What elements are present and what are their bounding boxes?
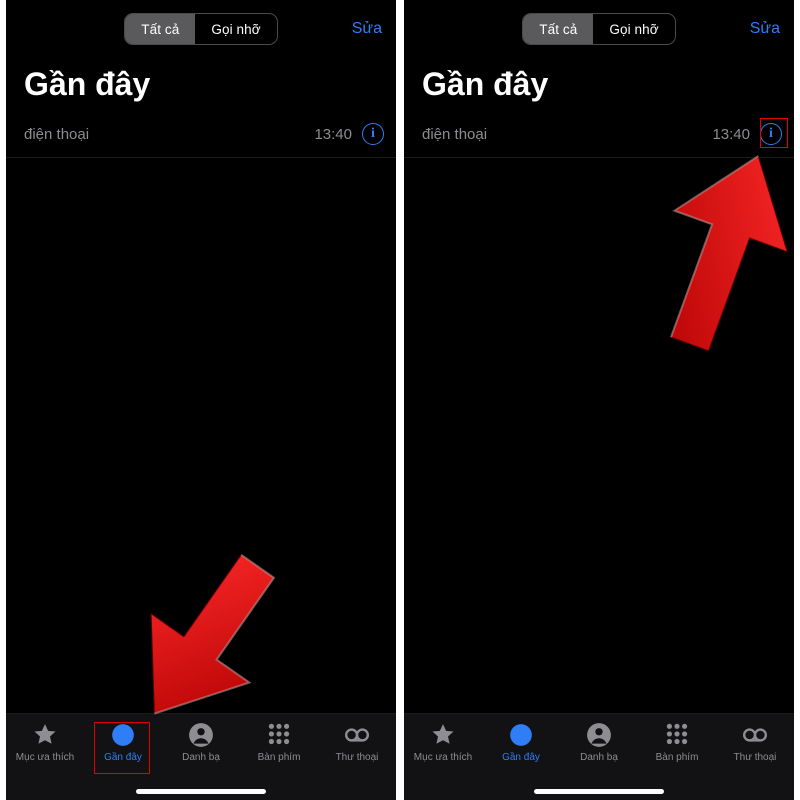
tab-label: Danh bạ	[580, 752, 618, 763]
tab-voicemail[interactable]: Thư thoại	[321, 722, 393, 763]
tab-bar: Mục ưa thích Gần đây Danh bạ	[404, 713, 794, 800]
tab-contacts[interactable]: Danh bạ	[563, 722, 635, 763]
segment-all-button[interactable]: Tất cả	[523, 14, 593, 44]
nav-bar: Tất cả Gọi nhỡ Sửa	[6, 6, 396, 52]
clock-icon	[110, 722, 136, 748]
clock-icon	[508, 722, 534, 748]
tab-contacts[interactable]: Danh bạ	[165, 722, 237, 763]
tab-label: Danh bạ	[182, 752, 220, 763]
keypad-icon	[664, 722, 690, 748]
keypad-icon	[266, 722, 292, 748]
tab-keypad[interactable]: Bàn phím	[243, 722, 315, 763]
segment-missed-button[interactable]: Gọi nhỡ	[195, 14, 276, 44]
call-contact-label: điện thoại	[24, 126, 89, 143]
call-time: 13:40	[712, 126, 750, 143]
call-row-meta: 13:40 i	[712, 123, 782, 145]
tab-label: Mục ưa thích	[16, 752, 74, 763]
tab-label: Thư thoại	[336, 752, 379, 763]
tab-keypad[interactable]: Bàn phím	[641, 722, 713, 763]
call-contact-label: điện thoại	[422, 126, 487, 143]
home-indicator[interactable]	[534, 789, 664, 794]
tab-favorites[interactable]: Mục ưa thích	[407, 722, 479, 763]
tab-label: Bàn phím	[258, 752, 301, 763]
filter-segmented-control[interactable]: Tất cả Gọi nhỡ	[124, 13, 277, 45]
red-arrow-annotation	[644, 140, 794, 360]
phone-screenshot-right: Tất cả Gọi nhỡ Sửa Gần đây điện thoại 13…	[404, 0, 794, 800]
voicemail-icon	[742, 722, 768, 748]
call-row-meta: 13:40 i	[314, 123, 384, 145]
tab-recents[interactable]: Gần đây	[87, 722, 159, 763]
phone-screenshot-left: Tất cả Gọi nhỡ Sửa Gần đây điện thoại 13…	[6, 0, 396, 800]
tab-label: Bàn phím	[656, 752, 699, 763]
voicemail-icon	[344, 722, 370, 748]
star-icon	[430, 722, 456, 748]
page-title: Gần đây	[24, 66, 396, 103]
tab-label: Thư thoại	[734, 752, 777, 763]
person-icon	[188, 722, 214, 748]
segment-missed-button[interactable]: Gọi nhỡ	[593, 14, 674, 44]
filter-segmented-control[interactable]: Tất cả Gọi nhỡ	[522, 13, 675, 45]
recent-call-row[interactable]: điện thoại 13:40 i	[404, 117, 794, 158]
nav-bar: Tất cả Gọi nhỡ Sửa	[404, 6, 794, 52]
tab-voicemail[interactable]: Thư thoại	[719, 722, 791, 763]
tutorial-two-up: Tất cả Gọi nhỡ Sửa Gần đây điện thoại 13…	[0, 0, 800, 800]
edit-button[interactable]: Sửa	[750, 20, 780, 38]
person-icon	[586, 722, 612, 748]
tab-favorites[interactable]: Mục ưa thích	[9, 722, 81, 763]
info-icon[interactable]: i	[760, 123, 782, 145]
red-arrow-annotation	[126, 540, 286, 740]
tab-bar: Mục ưa thích Gần đây Danh bạ	[6, 713, 396, 800]
info-icon[interactable]: i	[362, 123, 384, 145]
recent-call-row[interactable]: điện thoại 13:40 i	[6, 117, 396, 158]
tab-recents[interactable]: Gần đây	[485, 722, 557, 763]
page-title: Gần đây	[422, 66, 794, 103]
call-time: 13:40	[314, 126, 352, 143]
segment-all-button[interactable]: Tất cả	[125, 14, 195, 44]
tab-label: Gần đây	[502, 752, 540, 763]
home-indicator[interactable]	[136, 789, 266, 794]
tab-label: Gần đây	[104, 752, 142, 763]
edit-button[interactable]: Sửa	[352, 20, 382, 38]
tab-label: Mục ưa thích	[414, 752, 472, 763]
star-icon	[32, 722, 58, 748]
